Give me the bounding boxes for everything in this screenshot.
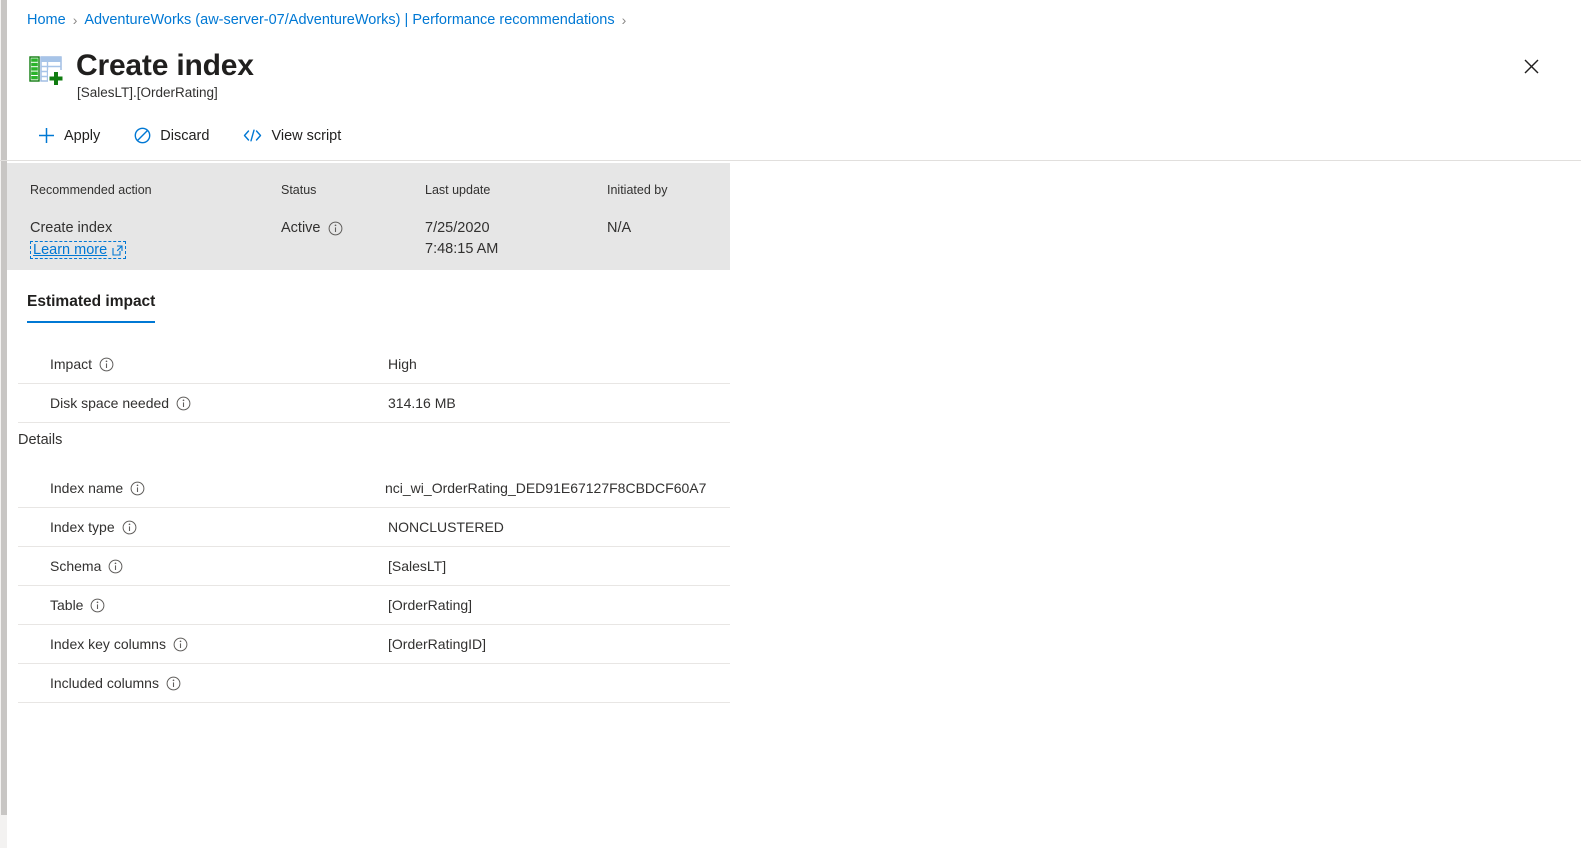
plus-icon: [38, 127, 55, 144]
tab-estimated-impact[interactable]: Estimated impact: [27, 293, 156, 323]
summary-value-last-update-date: 7/25/2020: [425, 220, 490, 236]
details-table: Index name nci_wi_OrderRating_DED91E6712…: [18, 469, 730, 703]
index-type-label-text: Index type: [50, 519, 115, 535]
external-link-icon: [112, 244, 123, 256]
breadcrumb-item-home[interactable]: Home: [27, 12, 66, 28]
info-icon-impact[interactable]: [99, 357, 114, 372]
scroll-thumb[interactable]: [1, 0, 7, 815]
estimated-impact-table: Impact High Disk space needed 314.16 MB: [18, 345, 730, 423]
table-row: Index name nci_wi_OrderRating_DED91E6712…: [18, 469, 730, 508]
table-row: Included columns: [18, 664, 730, 703]
create-index-blade: Home › AdventureWorks (aw-server-07/Adve…: [0, 0, 1581, 848]
row-label-index-key-columns: Index key columns: [18, 636, 388, 652]
discard-button[interactable]: Discard: [130, 124, 213, 147]
summary-col-initiated-by: Initiated by N/A: [607, 183, 667, 239]
learn-more-label: Learn more: [33, 242, 108, 258]
info-icon-disk-space[interactable]: [176, 396, 191, 411]
row-value-index-key-columns: [OrderRatingID]: [388, 636, 487, 652]
schema-label-text: Schema: [50, 558, 102, 574]
table-row: Table [OrderRating]: [18, 586, 730, 625]
info-icon-index-key-columns[interactable]: [173, 637, 188, 652]
breadcrumb-item-adventureworks[interactable]: AdventureWorks (aw-server-07/AdventureWo…: [84, 12, 614, 28]
impact-label-text: Impact: [50, 356, 93, 372]
command-toolbar: Apply Discard View script: [34, 124, 345, 147]
info-icon-table[interactable]: [90, 598, 105, 613]
recommendation-summary-panel: Recommended action Create index Learn mo…: [7, 163, 730, 270]
row-value-schema: [SalesLT]: [388, 558, 447, 574]
page-subtitle: [SalesLT].[OrderRating]: [77, 85, 218, 100]
table-row: Index type NONCLUSTERED: [18, 508, 730, 547]
row-value-impact: High: [388, 356, 417, 372]
learn-more-link[interactable]: Learn more: [30, 241, 127, 259]
table-label-text: Table: [50, 597, 84, 613]
chevron-right-icon-2: ›: [621, 12, 627, 28]
summary-col-last-update: Last update 7/25/2020 7:48:15 AM: [425, 183, 498, 260]
apply-button[interactable]: Apply: [34, 124, 104, 147]
info-icon-index-type[interactable]: [122, 520, 137, 535]
summary-header-recommended-action: Recommended action: [30, 183, 152, 197]
toolbar-divider: [0, 160, 1581, 161]
close-blade-button[interactable]: [1515, 50, 1547, 82]
close-icon: [1524, 59, 1538, 73]
table-row: Schema [SalesLT]: [18, 547, 730, 586]
summary-value-last-update-time: 7:48:15 AM: [425, 241, 499, 257]
code-brackets-icon: [243, 128, 262, 143]
summary-header-last-update: Last update: [425, 183, 491, 197]
index-key-columns-label-text: Index key columns: [50, 636, 166, 652]
row-label-impact: Impact: [18, 356, 388, 372]
info-icon-status[interactable]: [328, 221, 343, 236]
tabstrip: Estimated impact: [27, 293, 156, 323]
chevron-right-icon: ›: [72, 12, 78, 28]
table-row: Index key columns [OrderRatingID]: [18, 625, 730, 664]
summary-value-status: Active: [281, 218, 343, 239]
row-value-disk-space-needed: 314.16 MB: [388, 395, 456, 411]
apply-label: Apply: [64, 127, 101, 144]
row-label-table: Table: [18, 597, 388, 613]
row-value-table: [OrderRating]: [388, 597, 473, 613]
summary-col-recommended-action: Recommended action Create index Learn mo…: [30, 183, 152, 259]
view-script-button[interactable]: View script: [239, 125, 345, 147]
row-label-schema: Schema: [18, 558, 388, 574]
no-entry-icon: [134, 127, 151, 144]
status-badge: Active: [281, 220, 321, 236]
summary-value-initiated-by: N/A: [607, 220, 632, 236]
info-icon-index-name[interactable]: [130, 481, 145, 496]
included-columns-label-text: Included columns: [50, 675, 159, 691]
info-icon-included-columns[interactable]: [166, 676, 181, 691]
blade-scroll-rail[interactable]: [0, 0, 7, 848]
info-icon-schema[interactable]: [108, 559, 123, 574]
table-row: Impact High: [18, 345, 730, 384]
summary-header-status: Status: [281, 183, 317, 197]
index-name-label-text: Index name: [50, 480, 124, 496]
view-script-label: View script: [271, 127, 342, 144]
page-title: Create index: [76, 49, 254, 82]
row-label-index-type: Index type: [18, 519, 388, 535]
table-row: Disk space needed 314.16 MB: [18, 384, 730, 423]
summary-header-initiated-by: Initiated by: [607, 183, 668, 197]
discard-label: Discard: [160, 127, 210, 144]
create-index-table-icon: [28, 50, 66, 88]
details-section-title: Details: [18, 432, 63, 448]
summary-col-status: Status Active: [281, 183, 343, 239]
row-label-included-columns: Included columns: [18, 675, 388, 691]
row-label-disk-space-needed: Disk space needed: [18, 395, 388, 411]
disk-space-label-text: Disk space needed: [50, 395, 170, 411]
row-label-index-name: Index name: [18, 480, 388, 496]
summary-value-recommended-action: Create index: [30, 220, 113, 236]
row-value-index-type: NONCLUSTERED: [388, 519, 504, 535]
breadcrumb: Home › AdventureWorks (aw-server-07/Adve…: [27, 12, 626, 28]
row-value-index-name: nci_wi_OrderRating_DED91E67127F8CBDCF60A…: [385, 480, 707, 496]
